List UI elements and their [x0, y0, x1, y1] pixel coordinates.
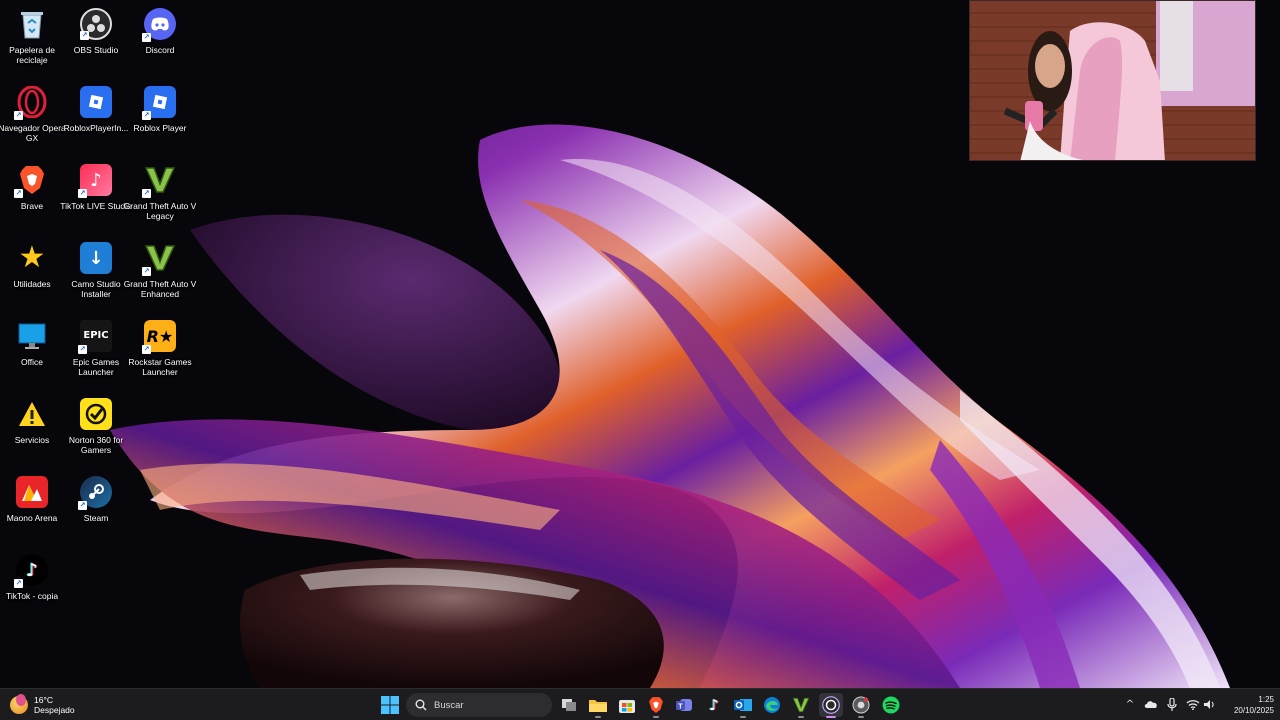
task-view-icon — [562, 699, 576, 711]
taskbar-brave[interactable] — [644, 693, 668, 718]
maono-icon — [16, 476, 48, 508]
taskbar-clock[interactable]: 1:25 20/10/2025 — [1222, 694, 1274, 716]
desktop-icon-gta-v-legacy[interactable]: ↗ Grand Theft Auto V Legacy — [124, 160, 196, 234]
norton-icon — [80, 398, 112, 430]
weather-widget[interactable]: 16°C Despejado — [10, 691, 100, 719]
rockstar-icon: R★ ↗ — [142, 320, 176, 354]
desktop-icon-obs-studio[interactable]: ↗ OBS Studio — [61, 4, 131, 78]
gta-icon: ↗ — [142, 164, 176, 198]
desktop-icon-steam[interactable]: ↗ Steam — [61, 472, 131, 546]
roblox-icon: ↗ — [142, 86, 176, 120]
taskbar-microsoft-store[interactable] — [615, 693, 639, 717]
tiktok-icon: ♪ — [709, 696, 719, 714]
weather-temperature: 16°C — [34, 695, 53, 705]
wifi-icon[interactable] — [1186, 697, 1200, 711]
clock-time: 1:25 — [1258, 695, 1274, 704]
microphone-icon[interactable] — [1165, 697, 1179, 711]
taskbar-gta[interactable] — [789, 693, 813, 718]
windows-icon — [381, 696, 399, 714]
gta-icon: ↗ — [142, 242, 176, 276]
svg-text:T: T — [678, 704, 683, 711]
webcam-overlay — [969, 0, 1256, 161]
chevron-up-icon[interactable]: ^ — [1123, 697, 1137, 711]
desktop-icon-gta-v-enhanced[interactable]: ↗ Grand Theft Auto V Enhanced — [124, 238, 196, 312]
gta-icon — [792, 697, 810, 713]
epic-games-icon: EPIC ↗ — [78, 320, 112, 354]
taskbar-teams[interactable]: T — [673, 693, 697, 717]
camo-installer-icon: ↓ — [80, 242, 112, 274]
taskbar-spotify[interactable] — [879, 693, 903, 717]
discord-icon: ↗ — [142, 8, 176, 42]
chrome-icon — [852, 696, 870, 714]
desktop-icon-servicios[interactable]: Servicios — [0, 394, 67, 468]
desktop-icon-norton-360[interactable]: Norton 360 for Gamers — [61, 394, 131, 468]
start-button[interactable] — [378, 693, 402, 717]
desktop-icon-roblox-player[interactable]: ↗ Roblox Player — [125, 82, 195, 156]
outlook-icon — [734, 699, 752, 711]
star-folder-icon: ★ — [18, 240, 46, 275]
taskbar-tiktok[interactable]: ♪ — [702, 693, 726, 717]
warning-icon — [16, 398, 48, 430]
microsoft-store-icon — [619, 700, 635, 713]
desktop-icon-camo-installer[interactable]: ↓ Camo Studio Installer — [61, 238, 131, 312]
speaker-icon[interactable] — [1202, 697, 1216, 711]
edge-icon — [764, 697, 780, 713]
teams-icon: T — [676, 699, 692, 711]
roblox-icon — [80, 86, 112, 118]
desktop-icon-epic-games[interactable]: EPIC ↗ Epic Games Launcher — [61, 316, 131, 390]
tiktok-icon: ♪ ↗ — [14, 554, 48, 588]
taskbar-obs-active[interactable] — [819, 693, 843, 718]
desktop-icon-maono-arena[interactable]: Maono Arena — [0, 472, 67, 546]
search-icon — [415, 699, 427, 711]
desktop-icon-opera-gx[interactable]: ↗ Navegador Opera GX — [0, 82, 67, 156]
desktop-icon-office[interactable]: Office — [0, 316, 67, 390]
desktop-icon-utilidades[interactable]: ★ Utilidades — [0, 238, 67, 312]
obs-icon: ↗ — [80, 8, 112, 40]
spotify-icon — [882, 696, 900, 714]
desktop-icon-rockstar-launcher[interactable]: R★ ↗ Rockstar Games Launcher — [125, 316, 195, 390]
recycle-bin-icon — [16, 8, 48, 40]
taskbar-task-view[interactable] — [557, 693, 581, 717]
onedrive-icon[interactable] — [1144, 697, 1158, 711]
search-placeholder: Buscar — [434, 699, 464, 711]
taskbar-chrome[interactable] — [849, 693, 873, 718]
taskbar-search-box[interactable]: Buscar — [406, 693, 552, 717]
file-explorer-icon — [589, 700, 607, 712]
desktop-icon-roblox-installer[interactable]: RobloxPlayerIn... — [61, 82, 131, 156]
office-icon — [16, 320, 48, 352]
desktop-icon-tiktok-live-studio[interactable]: ♪ ↗ TikTok LIVE Studio — [60, 160, 132, 234]
desktop-icon-recycle-bin[interactable]: Papelera de reciclaje — [0, 4, 67, 78]
opera-gx-icon: ↗ — [14, 86, 48, 120]
desktop-icon-brave[interactable]: ↗ Brave — [0, 160, 67, 234]
clock-date: 20/10/2025 — [1233, 706, 1274, 715]
weather-condition: Despejado — [34, 705, 75, 715]
brave-icon: ↗ — [14, 164, 48, 198]
obs-icon — [822, 696, 840, 714]
weather-moon-icon — [10, 694, 28, 714]
tiktok-live-icon: ♪ ↗ — [78, 164, 112, 198]
desktop-icon-tiktok-copia[interactable]: ♪ ↗ TikTok - copia — [0, 550, 67, 624]
taskbar-file-explorer[interactable] — [586, 693, 610, 718]
taskbar-edge[interactable] — [760, 693, 784, 717]
brave-icon — [649, 697, 663, 713]
steam-icon: ↗ — [78, 476, 112, 510]
taskbar-outlook[interactable] — [731, 693, 755, 718]
taskbar: 16°C Despejado Buscar T ♪ ^ 1:25 20/10/2… — [0, 688, 1280, 720]
desktop-icon-discord[interactable]: ↗ Discord — [125, 4, 195, 78]
